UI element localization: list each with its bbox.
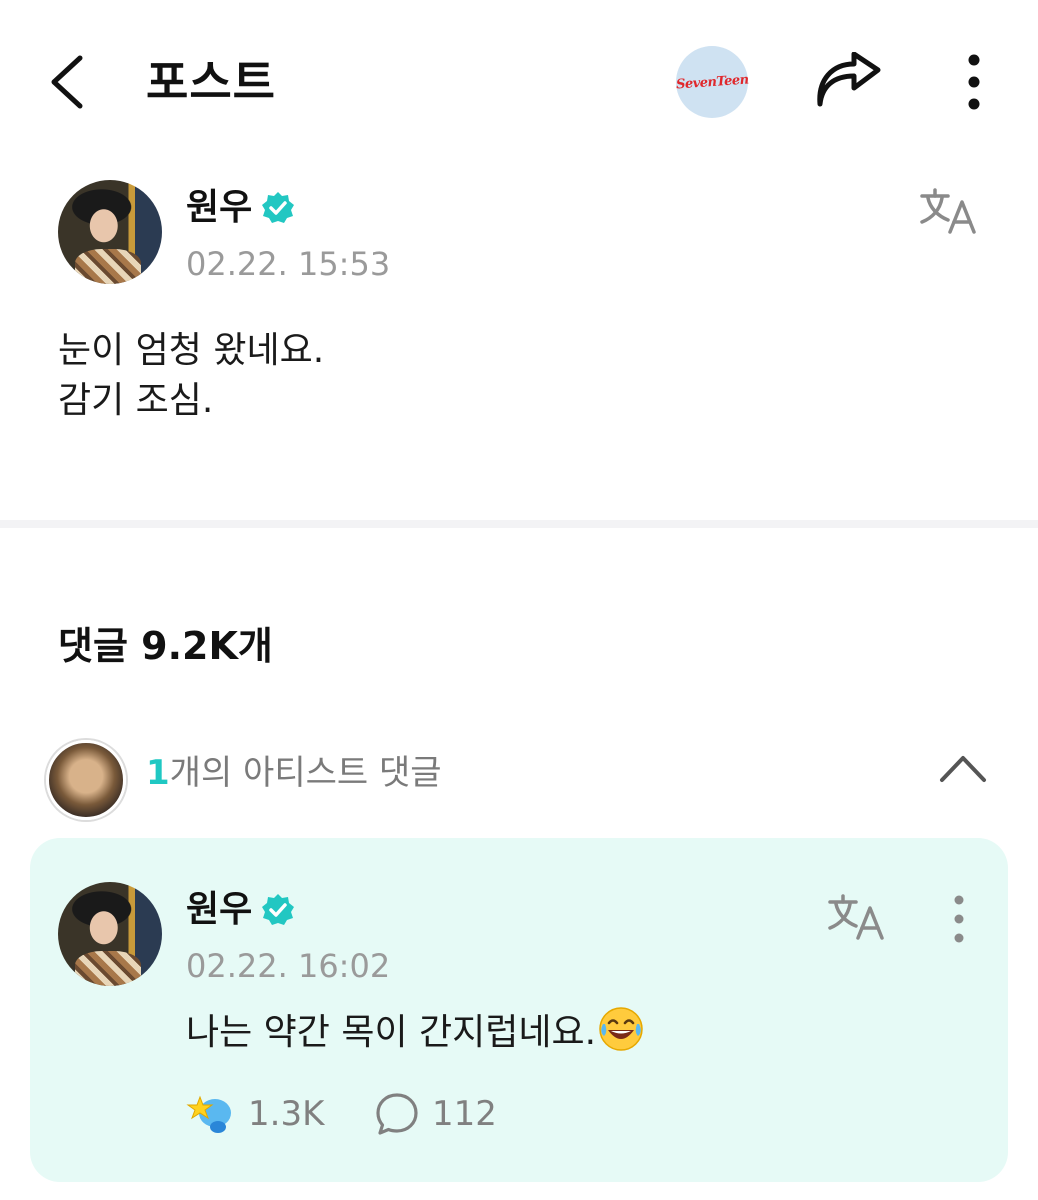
comment-more-button[interactable] — [944, 894, 974, 944]
more-vertical-icon — [968, 54, 980, 110]
translate-icon — [920, 188, 976, 234]
author-name[interactable]: 원우 — [186, 184, 252, 232]
collapse-button[interactable] — [938, 748, 988, 788]
comments-count: 댓글 9.2K개 — [58, 624, 273, 668]
artist-comments-toggle[interactable]: 1개의 아티스트 댓글 — [146, 750, 442, 796]
section-divider — [0, 520, 1038, 528]
comment-author-name[interactable]: 원우 — [186, 886, 252, 934]
speech-bubble-icon — [376, 1093, 418, 1135]
post-body: 눈이 엄청 왔네요. 감기 조심. — [58, 330, 325, 421]
page-title: 포스트 — [146, 55, 276, 109]
verified-badge-icon — [262, 894, 295, 925]
translate-button[interactable] — [918, 186, 980, 238]
chevron-left-icon — [51, 55, 83, 109]
comment-author-row: 원우 — [186, 886, 296, 934]
tears-of-joy-emoji-icon — [599, 1007, 643, 1051]
post-timestamp: 02.22. 15:53 — [186, 245, 391, 283]
author-avatar[interactable] — [58, 180, 162, 284]
comment-text: 나는 약간 목이 간지럽네요. — [186, 1012, 597, 1053]
chevron-up-icon — [940, 756, 986, 782]
reaction-button[interactable]: 1.3K — [186, 1088, 324, 1140]
community-logo-text: SevenTeen — [675, 71, 749, 93]
comment-timestamp: 02.22. 16:02 — [186, 947, 391, 985]
more-options-button[interactable] — [956, 52, 992, 112]
share-button[interactable] — [812, 51, 884, 112]
comment-translate-button[interactable] — [826, 892, 888, 944]
more-vertical-icon — [954, 895, 964, 943]
artist-comments-label: 개의 아티스트 댓글 — [169, 753, 442, 793]
community-logo-button[interactable]: SevenTeen — [675, 46, 749, 118]
reaction-star-icon — [186, 1095, 231, 1133]
reply-count: 112 — [432, 1094, 497, 1134]
artist-comments-count: 1 — [146, 753, 170, 793]
comment-text-row: 나는 약간 목이 간지럽네요. — [186, 1006, 644, 1058]
reaction-count: 1.3K — [248, 1094, 325, 1134]
share-icon — [817, 51, 881, 107]
artist-comment-avatar — [46, 740, 126, 820]
reply-button[interactable]: 112 — [374, 1088, 497, 1140]
translate-icon — [828, 894, 884, 940]
back-button[interactable] — [44, 50, 94, 114]
author-name-row: 원우 — [186, 184, 296, 232]
verified-badge-icon — [262, 192, 295, 223]
comment-author-avatar[interactable] — [58, 882, 162, 986]
